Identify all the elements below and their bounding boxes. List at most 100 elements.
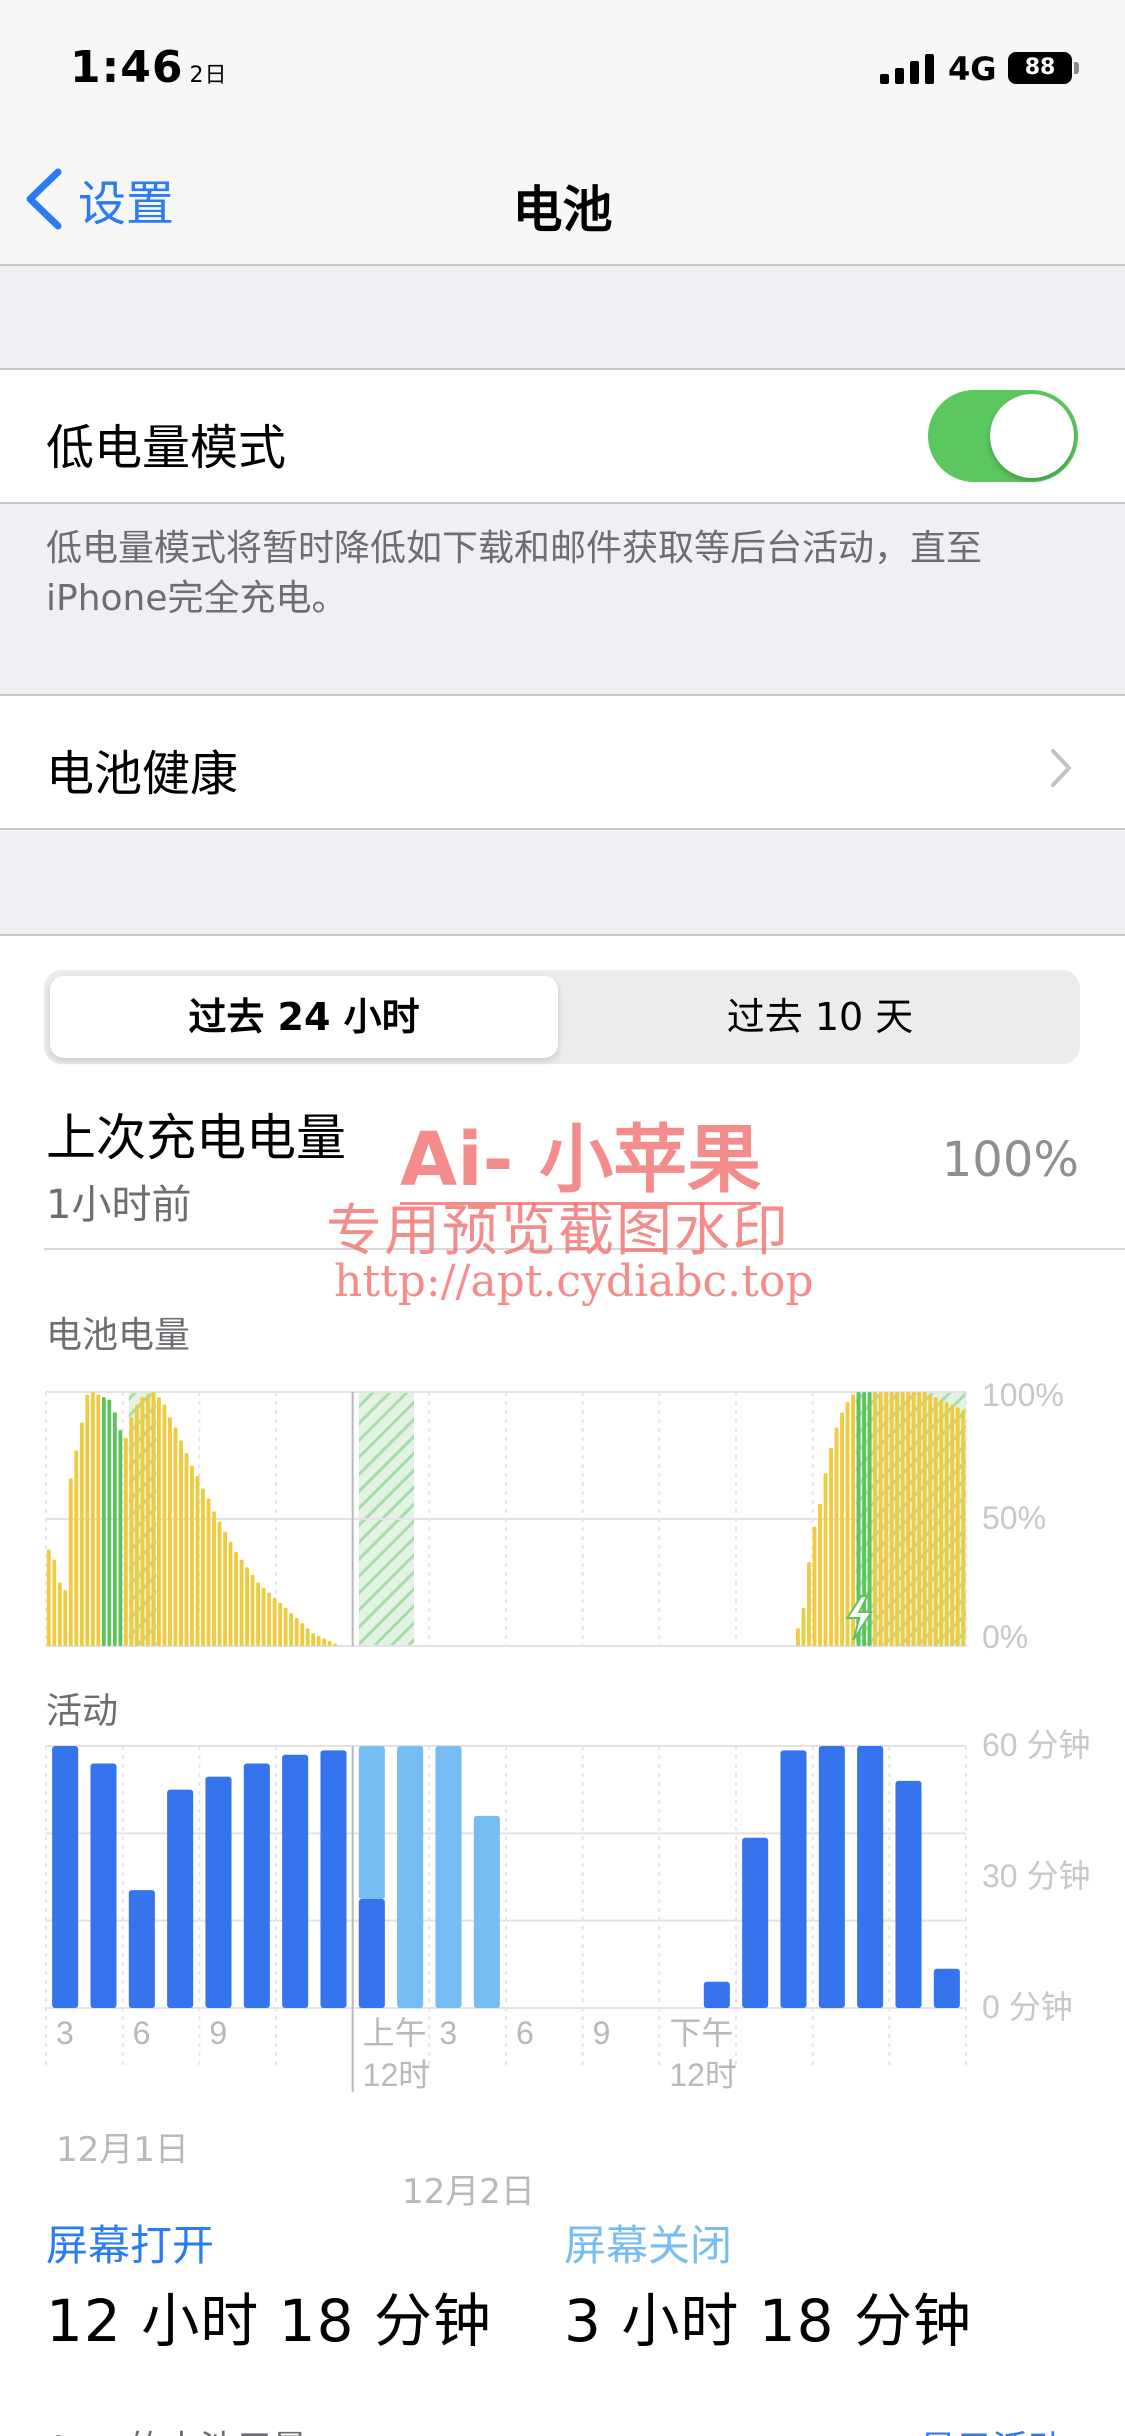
battery-bar: [818, 1503, 822, 1646]
battery-bar: [873, 1392, 878, 1646]
screen-on-bar: [857, 1746, 884, 2008]
battery-bar: [217, 1521, 222, 1646]
battery-bar: [327, 1640, 332, 1646]
battery-bar: [278, 1602, 283, 1646]
activity-y-tick: 30 分钟: [982, 1858, 1091, 1894]
screen-off-bar: [435, 1746, 462, 2008]
battery-bar: [261, 1587, 266, 1646]
screen-on-label: 屏幕打开: [46, 2221, 215, 2270]
battery-bar: [812, 1526, 817, 1646]
screen-off-bar: [397, 1746, 424, 2008]
activity-x-tick: 6: [516, 2015, 534, 2051]
last-charge-value: 100%: [941, 1132, 1079, 1188]
status-bar: 1:46 2日 4G 88: [0, 0, 1125, 140]
last-charge-subtitle: 1小时前: [46, 1182, 192, 1228]
screen-on-bar: [703, 1981, 730, 2008]
battery-bar: [223, 1531, 227, 1646]
battery-bar: [234, 1552, 238, 1646]
battery-bar: [294, 1618, 299, 1646]
activity-x-tick: 9: [209, 2015, 227, 2051]
screen-on-bar: [243, 1763, 270, 2008]
battery-bar: [939, 1399, 944, 1646]
battery-bar: [807, 1562, 811, 1646]
signal-icon: [880, 54, 934, 84]
last-charge-title: 上次充电电量: [46, 1109, 346, 1167]
tab-last-24-hours[interactable]: 过去 24 小时: [50, 976, 558, 1058]
battery-bar: [289, 1612, 294, 1646]
activity-x-tick: 9: [593, 2015, 611, 2051]
battery-bar: [895, 1392, 900, 1646]
date-label: 12月1日: [56, 2130, 189, 2170]
battery-bar: [867, 1392, 872, 1646]
battery-bar: [63, 1590, 68, 1646]
battery-bar: [157, 1397, 161, 1646]
navigation-bar: 设置 电池: [0, 140, 1125, 266]
activity-x-tick: 下午: [669, 2015, 733, 2051]
watermark-subtitle: 专用预览截图水印: [326, 1199, 790, 1264]
battery-bar: [250, 1574, 255, 1646]
battery-bar: [333, 1643, 338, 1646]
battery-cap: [1074, 62, 1079, 74]
battery-level-chart: 100% 50% 0%: [45, 1377, 1064, 1655]
battery-bar: [283, 1607, 288, 1646]
screen-on-bar: [282, 1754, 309, 2008]
battery-bar: [862, 1392, 867, 1646]
watermark-url: http://apt.cydiabc.top: [334, 1256, 814, 1307]
battery-bar: [85, 1394, 90, 1646]
battery-bar: [840, 1412, 844, 1646]
battery-bar: [68, 1478, 73, 1646]
battery-bar: [917, 1392, 922, 1646]
activity-y-tick: 0 分钟: [982, 1989, 1073, 2025]
battery-bar: [834, 1427, 839, 1646]
battery-bar: [928, 1394, 933, 1646]
battery-bar: [829, 1447, 833, 1646]
screen-on-bar: [128, 1890, 155, 2008]
battery-icon: 88: [1008, 52, 1072, 84]
battery-bar: [107, 1399, 112, 1646]
screen-off-label: 屏幕关闭: [564, 2221, 733, 2270]
battery-bar: [90, 1392, 95, 1646]
tab-last-10-days[interactable]: 过去 10 天: [566, 976, 1074, 1058]
activity-x-tick: 上午: [363, 2015, 427, 2051]
battery-bar: [101, 1397, 106, 1646]
battery-bar: [195, 1475, 200, 1646]
screen-on-bar: [895, 1780, 922, 2008]
battery-bar: [57, 1582, 62, 1646]
battery-bar: [922, 1392, 927, 1646]
battery-bar: [884, 1392, 889, 1646]
screen-on-bar: [780, 1750, 807, 2008]
battery-health-label: 电池健康: [46, 746, 239, 802]
activity-y-tick: 60 分钟: [982, 1727, 1091, 1763]
low-power-label: 低电量模式: [46, 420, 287, 476]
battery-bar: [267, 1592, 272, 1646]
date-label: 12月2日: [402, 2172, 535, 2212]
battery-bar: [823, 1473, 828, 1646]
show-activity-button[interactable]: 显示活动: [920, 2420, 1064, 2436]
battery-bar: [906, 1392, 911, 1646]
low-power-toggle[interactable]: [928, 390, 1078, 482]
battery-bar: [878, 1392, 883, 1646]
screen-off-value: 3 小时 18 分钟: [564, 2287, 973, 2355]
battery-bar: [900, 1392, 905, 1646]
battery-bar: [311, 1633, 316, 1646]
battery-bar: [145, 1394, 150, 1646]
activity-x-tick: 6: [133, 2015, 151, 2051]
battery-bar: [796, 1628, 800, 1646]
screen-on-bar: [358, 1898, 385, 2008]
status-date-mark: 2日: [189, 63, 228, 88]
battery-bar: [52, 1559, 57, 1646]
screen-on-bar: [818, 1746, 845, 2008]
battery-bar: [184, 1452, 189, 1646]
battery-bar: [950, 1404, 955, 1646]
time-range-segmented-control: 过去 24 小时 过去 10 天: [44, 970, 1080, 1064]
battery-bar: [300, 1623, 305, 1646]
battery-bar: [256, 1582, 261, 1646]
screen-on-bar: [90, 1763, 117, 2008]
battery-bar: [933, 1397, 938, 1646]
battery-bar: [118, 1430, 123, 1646]
battery-bar: [79, 1422, 84, 1646]
battery-bar: [955, 1407, 960, 1646]
battery-health-row[interactable]: 电池健康: [0, 694, 1125, 830]
battery-bar: [112, 1412, 117, 1646]
app-usage-label: App 的电池用量: [46, 2420, 308, 2436]
